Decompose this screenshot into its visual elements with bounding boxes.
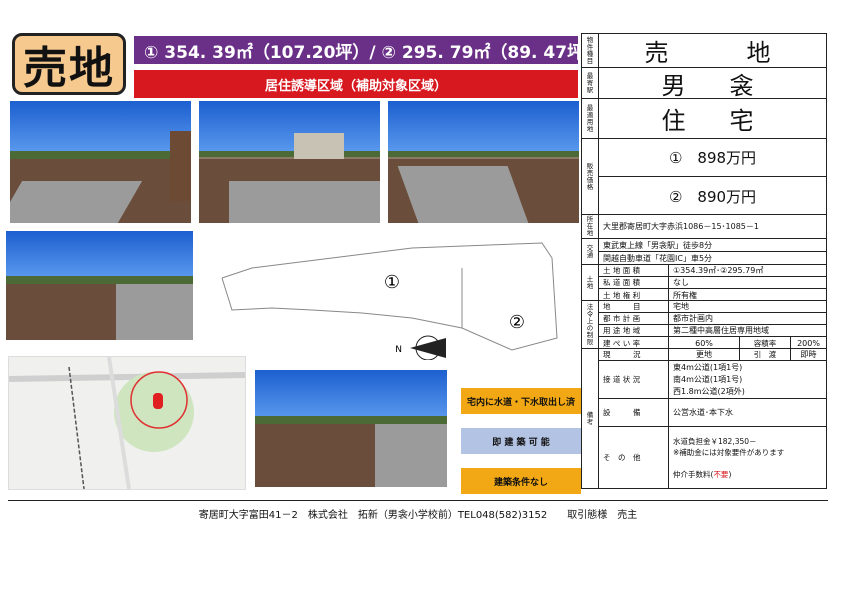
label-address: 所在地 (582, 215, 599, 238)
label-type: 物件種目 (582, 34, 599, 67)
label-land: 土地 (582, 265, 599, 300)
site-photo-5 (255, 370, 447, 487)
coverage-ratio: 建 ぺ い 率 60% 容積率 200% (599, 337, 826, 349)
land-rights-value: 所有権 (673, 290, 697, 300)
plan-outline (221, 242, 558, 351)
private-road-key: 私 道 面 積 (599, 277, 669, 288)
law-category-key: 地 目 (599, 301, 669, 312)
footer-company-info: 寄居町大字富田41－2 株式会社 拓新（男衾小学校前）TEL048(582)31… (8, 500, 828, 525)
value-type: 売 地 (644, 39, 781, 67)
property-table: 物件種目 売 地 最寄駅 男 衾 最適用地 住 宅 販売価格 ① 898万円 ②… (581, 33, 827, 489)
zone-banner: 居住誘導区域（補助対象区域） (134, 70, 578, 98)
facilities: 設 備 公営水道･本下水 (599, 399, 826, 427)
road-access-value: 東4m公道(1項1号) 南4m公道(1項1号) 西1.8m公道(2項外) (669, 362, 745, 398)
value-use: 住 宅 (661, 107, 764, 135)
other-key: そ の 他 (599, 427, 669, 488)
zoning-value: 第二種中高層住居専用地域 (673, 326, 769, 335)
road-access-south: 南4m公道(1項1号) (673, 374, 743, 384)
site-photo-2 (199, 101, 380, 223)
private-road: 私 道 面 積なし (599, 277, 826, 289)
plan-north-label: N (395, 345, 402, 355)
road-access-east: 東4m公道(1項1号) (673, 362, 743, 372)
area-banner: ① 354. 39㎡（107.20坪）/ ② 295. 79㎡（89. 47坪） (134, 36, 601, 64)
subsidy-note: ※補助金には対象要件があります (673, 447, 785, 457)
far-value: 200% (797, 338, 820, 348)
row-traffic: 交通 東武東上線「男衾駅」徒歩8分 関越自動車道「花園IC」車5分 (582, 239, 826, 265)
traffic-car-text: 関越自動車道「花園IC」車5分 (603, 254, 713, 263)
land-area: 土 地 面 積 ①354.39㎡･②295.79㎡ (599, 265, 826, 277)
far-key: 容積率 (740, 337, 791, 349)
label-traffic: 交通 (582, 239, 599, 264)
law-category: 地 目宅地 (599, 301, 826, 313)
plan-lot1-label: ① (384, 272, 400, 293)
site-photo-3 (388, 101, 579, 223)
other-value: 水道負担金￥182,350－ ※補助金には対象要件があります 仲介手数料(不要) (669, 436, 784, 480)
other: そ の 他 水道負担金￥182,350－ ※補助金には対象要件があります 仲介手… (599, 427, 826, 488)
value-station: 男 衾 (661, 71, 764, 100)
plot-plan: ① ② N (221, 242, 558, 360)
private-road-value: なし (673, 278, 689, 287)
location-map (8, 356, 246, 490)
row-price: 販売価格 ① 898万円 ② 890万円 (582, 139, 826, 215)
land-area-key: 土 地 面 積 (599, 265, 669, 276)
status-key: 現 況 (599, 349, 669, 360)
plan-lot2-label: ② (509, 312, 525, 333)
row-station: 最寄駅 男 衾 (582, 68, 826, 100)
brokerage-fee-close: ) (728, 469, 732, 479)
road-access-key: 接 道 状 況 (599, 361, 669, 398)
status-value: 更地 (669, 349, 740, 360)
road-access: 接 道 状 況 東4m公道(1項1号) 南4m公道(1項1号) 西1.8m公道(… (599, 361, 826, 399)
facilities-key: 設 備 (599, 399, 669, 426)
row-use: 最適用地 住 宅 (582, 99, 826, 139)
land-rights-key: 土 地 権 利 (599, 289, 669, 301)
row-land: 土地 土 地 面 積 ①354.39㎡･②295.79㎡ 私 道 面 積なし 土 … (582, 265, 826, 301)
city-plan-value: 都市計画内 (673, 314, 713, 323)
value-address: 大里郡寄居町大字赤浜1086－15･1085－1 (603, 222, 759, 231)
for-sale-badge: 売地 (12, 33, 126, 95)
row-notes: 備考 現 況 更地 引 渡 即時 接 道 状 況 東4m公道(1項1号) 南4m… (582, 349, 826, 488)
road-access-west: 西1.8m公道(2項外) (673, 386, 745, 396)
bcr-value: 60% (669, 337, 740, 349)
zoning-key: 用 途 地 域 (599, 325, 669, 336)
label-price: 販売価格 (582, 139, 599, 214)
label-use: 最適用地 (582, 99, 599, 138)
tag-no-condition: 建築条件なし (461, 468, 581, 494)
row-law: 法令上の制限 地 目宅地 都 市 計 画都市計画内 用 途 地 域第二種中高層住… (582, 301, 826, 349)
tag-water-sewer: 宅内に水道・下水取出し済 (461, 388, 581, 414)
traffic-train-text: 東武東上線「男衾駅」徒歩8分 (603, 240, 713, 250)
traffic-train: 東武東上線「男衾駅」徒歩8分 (599, 239, 826, 252)
handover-key: 引 渡 (740, 349, 791, 360)
north-arrow-icon (410, 338, 446, 358)
brokerage-fee-none: 不要 (713, 469, 729, 479)
land-area-value: ①354.39㎡･②295.79㎡ (673, 266, 764, 275)
label-station: 最寄駅 (582, 68, 599, 98)
tag-build-ready: 即 建 築 可 能 (461, 428, 581, 454)
map-pin-icon (153, 393, 163, 409)
price-1: ① 898万円 (599, 139, 826, 177)
status-handover: 現 況 更地 引 渡 即時 (599, 349, 826, 361)
site-photo-1 (10, 101, 191, 223)
label-law: 法令上の制限 (582, 301, 599, 348)
brokerage-fee: 仲介手数料( (673, 469, 714, 479)
handover-value: 即時 (800, 350, 817, 359)
site-photo-4 (6, 231, 193, 340)
label-notes: 備考 (582, 349, 599, 488)
traffic-car: 関越自動車道「花園IC」車5分 (599, 252, 826, 265)
zoning: 用 途 地 域第二種中高層住居専用地域 (599, 325, 826, 337)
price-2: ② 890万円 (668, 187, 757, 206)
facilities-value: 公営水道･本下水 (673, 408, 733, 417)
row-address: 所在地 大里郡寄居町大字赤浜1086－15･1085－1 (582, 215, 826, 239)
water-fee: 水道負担金￥182,350－ (673, 436, 757, 446)
row-type: 物件種目 売 地 (582, 34, 826, 68)
bcr-key: 建 ぺ い 率 (599, 337, 669, 349)
law-category-value: 宅地 (673, 302, 689, 311)
land-rights: 土 地 権 利所有権 (599, 289, 826, 301)
city-plan-key: 都 市 計 画 (599, 313, 669, 324)
city-plan: 都 市 計 画都市計画内 (599, 313, 826, 325)
